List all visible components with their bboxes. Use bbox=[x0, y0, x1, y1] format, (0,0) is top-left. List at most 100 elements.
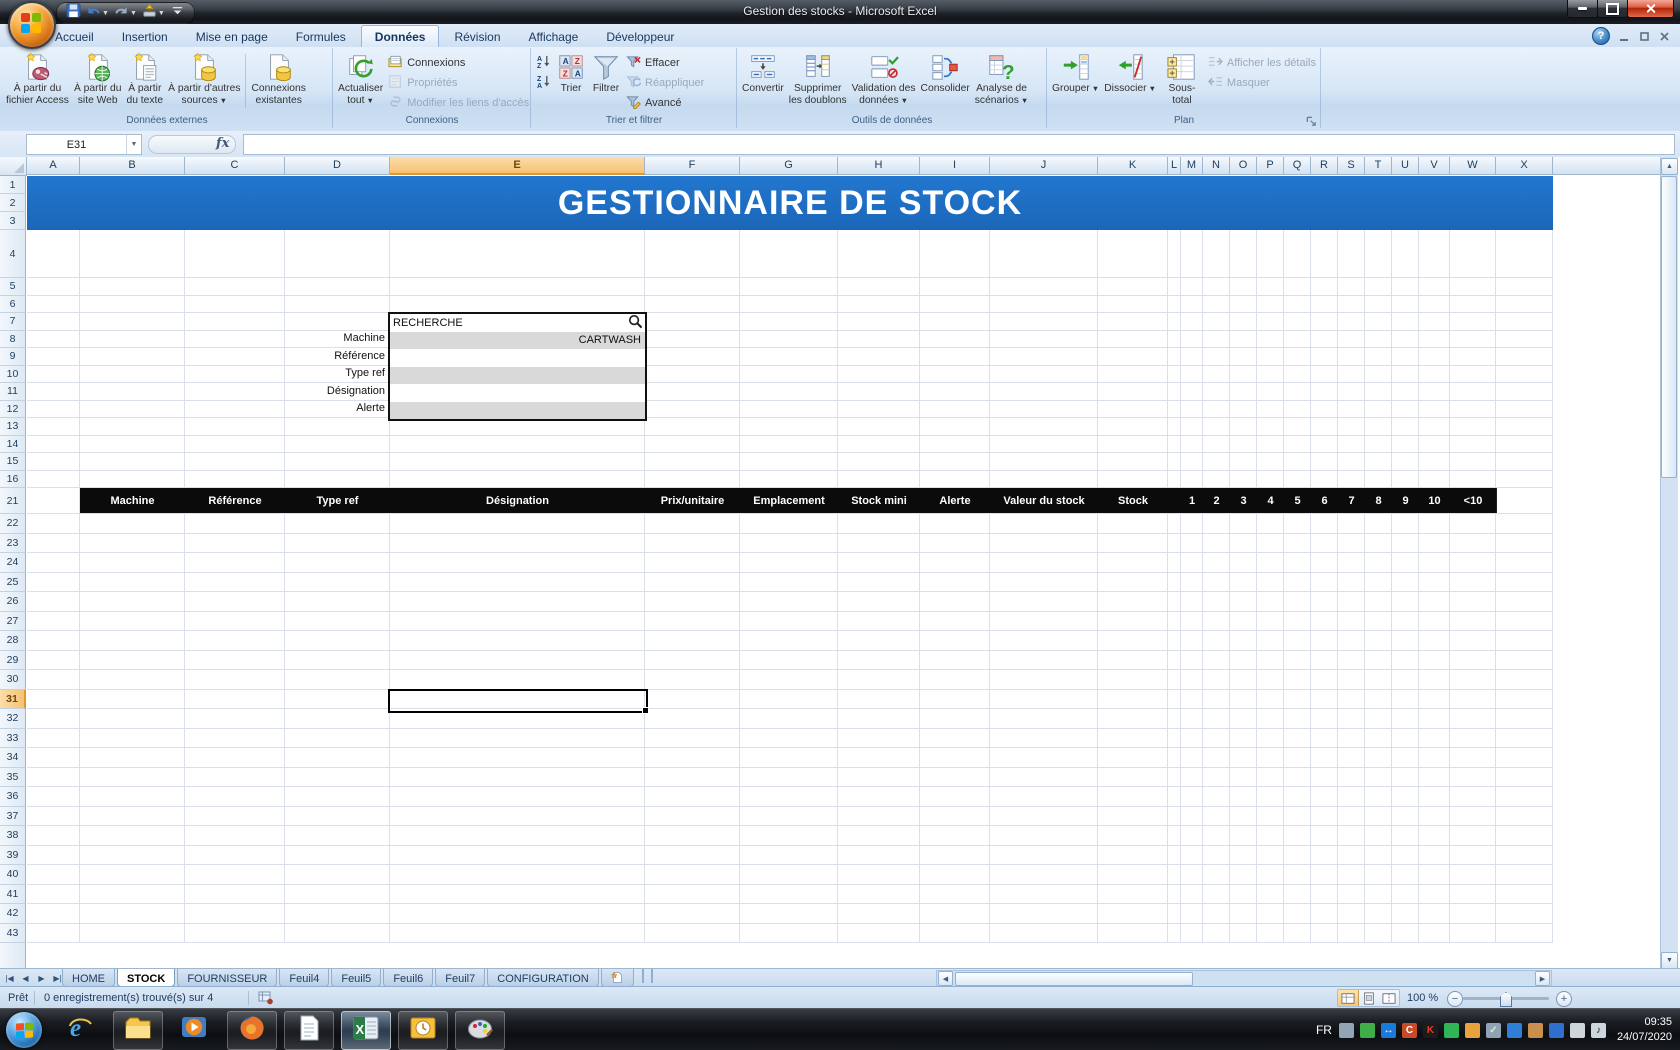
scroll-right-button[interactable]: ▶ bbox=[1535, 971, 1550, 986]
office-button[interactable] bbox=[8, 1, 56, 49]
network-tray-icon[interactable] bbox=[1569, 1022, 1585, 1038]
dialog-launcher-icon[interactable] bbox=[1306, 114, 1318, 126]
row-header-36[interactable]: 36 bbox=[0, 787, 26, 807]
row-header-38[interactable]: 38 bbox=[0, 826, 26, 846]
column-header-E[interactable]: E bbox=[390, 157, 645, 175]
vertical-scrollbar-thumb[interactable] bbox=[1661, 176, 1677, 478]
connexions-button[interactable]: Connexions existantes bbox=[249, 50, 307, 112]
save-button[interactable] bbox=[65, 3, 82, 22]
row-header-23[interactable]: 23 bbox=[0, 533, 26, 553]
meter-tray-icon[interactable] bbox=[1443, 1022, 1459, 1038]
sheet-tab-feuil7[interactable]: Feuil7 bbox=[435, 969, 486, 987]
volume-tray-icon[interactable]: ♪ bbox=[1590, 1022, 1606, 1038]
actualiser-button[interactable]: Actualiser tout ▼ bbox=[336, 50, 385, 112]
workbook-minimize-button[interactable] bbox=[1619, 31, 1630, 42]
sheet-tab-fournisseur[interactable]: FOURNISSEUR bbox=[177, 969, 278, 987]
row-header-11[interactable]: 11 bbox=[0, 383, 26, 401]
workbook-close-button[interactable] bbox=[1659, 31, 1670, 42]
scroll-down-button[interactable]: ▼ bbox=[1661, 952, 1678, 968]
horizontal-scrollbar-thumb[interactable] bbox=[955, 972, 1193, 986]
security-clock-tray-icon[interactable] bbox=[1464, 1022, 1480, 1038]
first-sheet-button[interactable]: |◀ bbox=[2, 971, 17, 986]
filtrer-button[interactable]: Filtrer bbox=[589, 50, 623, 112]
teamviewer-tray-icon[interactable]: ↔ bbox=[1380, 1022, 1396, 1038]
column-header-T[interactable]: T bbox=[1365, 157, 1392, 175]
column-header-O[interactable]: O bbox=[1230, 157, 1257, 175]
row-header-28[interactable]: 28 bbox=[0, 631, 26, 651]
taskbar-app-firefox[interactable] bbox=[227, 1011, 277, 1050]
page-break-view-button[interactable] bbox=[1379, 990, 1399, 1006]
row-header-27[interactable]: 27 bbox=[0, 611, 26, 631]
column-header-L[interactable]: L bbox=[1168, 157, 1181, 175]
defender-shield-tray-icon[interactable] bbox=[1548, 1022, 1564, 1038]
-partir-button[interactable]: À partir du texte bbox=[124, 50, 165, 112]
-partir-du-button[interactable]: À partir du fichier Access bbox=[4, 50, 71, 112]
page-layout-view-button[interactable] bbox=[1359, 990, 1379, 1006]
supprimer-button[interactable]: Supprimer les doublons bbox=[787, 50, 849, 112]
dissocier-button[interactable]: Dissocier ▼ bbox=[1102, 50, 1158, 112]
search-field-value[interactable]: CARTWASH bbox=[390, 334, 645, 346]
sheet-tab-home[interactable]: HOME bbox=[62, 969, 115, 987]
column-header-D[interactable]: D bbox=[285, 157, 390, 175]
taskbar-app-notepad[interactable] bbox=[284, 1011, 334, 1050]
column-header-K[interactable]: K bbox=[1098, 157, 1168, 175]
record-macro-icon[interactable] bbox=[258, 990, 273, 1008]
insert-function-button[interactable]: fx bbox=[216, 136, 229, 151]
tab-affichage[interactable]: Affichage bbox=[516, 26, 592, 47]
search-field-r-f-rence[interactable] bbox=[390, 349, 645, 367]
row-header-7[interactable]: 7 bbox=[0, 313, 26, 331]
row-header-6[interactable]: 6 bbox=[0, 295, 26, 313]
tab-formules[interactable]: Formules bbox=[283, 26, 359, 47]
row-header-2[interactable]: 2 bbox=[0, 194, 26, 212]
taskbar-app-outlook[interactable] bbox=[398, 1011, 448, 1050]
row-header-43[interactable]: 43 bbox=[0, 923, 26, 943]
column-header-A[interactable]: A bbox=[27, 157, 80, 175]
tab-splitter[interactable] bbox=[641, 969, 653, 983]
sort-desc-icon-button[interactable]: ZA bbox=[534, 74, 553, 91]
ccleaner-tray-icon[interactable]: C bbox=[1401, 1022, 1417, 1038]
printer-tray-icon[interactable] bbox=[1338, 1022, 1354, 1038]
next-sheet-button[interactable]: ▶ bbox=[34, 971, 49, 986]
row-header-25[interactable]: 25 bbox=[0, 572, 26, 592]
row-header-1[interactable]: 1 bbox=[0, 176, 26, 194]
search-field-machine[interactable]: CARTWASH bbox=[390, 331, 645, 349]
row-header-33[interactable]: 33 bbox=[0, 728, 26, 748]
sort-asc-icon-button[interactable]: AZ bbox=[534, 54, 553, 71]
start-button[interactable] bbox=[6, 1012, 42, 1048]
row-header-30[interactable]: 30 bbox=[0, 670, 26, 690]
row-header-5[interactable]: 5 bbox=[0, 278, 26, 296]
taskbar-app-windows-explorer[interactable] bbox=[113, 1011, 163, 1050]
row-header-31[interactable]: 31 bbox=[0, 689, 26, 709]
redo-button[interactable]: ▼ bbox=[113, 4, 138, 22]
sheet-tab-configuration[interactable]: CONFIGURATION bbox=[487, 969, 599, 987]
row-header-3[interactable]: 3 bbox=[0, 212, 26, 230]
workbook-restore-button[interactable] bbox=[1639, 31, 1650, 42]
row-header-15[interactable]: 15 bbox=[0, 453, 26, 471]
kaspersky-tray-icon[interactable]: K bbox=[1422, 1022, 1438, 1038]
row-header-24[interactable]: 24 bbox=[0, 553, 26, 573]
column-header-Q[interactable]: Q bbox=[1284, 157, 1311, 175]
column-header-V[interactable]: V bbox=[1419, 157, 1450, 175]
row-header-13[interactable]: 13 bbox=[0, 418, 26, 436]
column-header-F[interactable]: F bbox=[645, 157, 740, 175]
row-header-4[interactable]: 4 bbox=[0, 230, 26, 278]
column-header-P[interactable]: P bbox=[1257, 157, 1284, 175]
column-header-S[interactable]: S bbox=[1338, 157, 1365, 175]
tab-données[interactable]: Données bbox=[360, 25, 440, 47]
row-header-26[interactable]: 26 bbox=[0, 592, 26, 612]
analyse-de-button[interactable]: ? Analyse de scénarios ▼ bbox=[973, 50, 1031, 112]
taskbar-app-media-player[interactable] bbox=[170, 1011, 218, 1048]
selection-fill-handle[interactable] bbox=[642, 707, 649, 714]
row-header-10[interactable]: 10 bbox=[0, 365, 26, 383]
row-header-14[interactable]: 14 bbox=[0, 435, 26, 453]
row-header-42[interactable]: 42 bbox=[0, 904, 26, 924]
row-header-35[interactable]: 35 bbox=[0, 767, 26, 787]
zoom-slider-handle[interactable] bbox=[1500, 992, 1512, 1007]
search-icon[interactable] bbox=[628, 314, 645, 332]
sheet-tab-feuil4[interactable]: Feuil4 bbox=[279, 969, 330, 987]
row-header-16[interactable]: 16 bbox=[0, 470, 26, 488]
row-header-8[interactable]: 8 bbox=[0, 330, 26, 348]
sheet-tab-feuil6[interactable]: Feuil6 bbox=[383, 969, 434, 987]
sous-total-button[interactable]: Sous-total bbox=[1159, 50, 1205, 112]
row-header-37[interactable]: 37 bbox=[0, 806, 26, 826]
